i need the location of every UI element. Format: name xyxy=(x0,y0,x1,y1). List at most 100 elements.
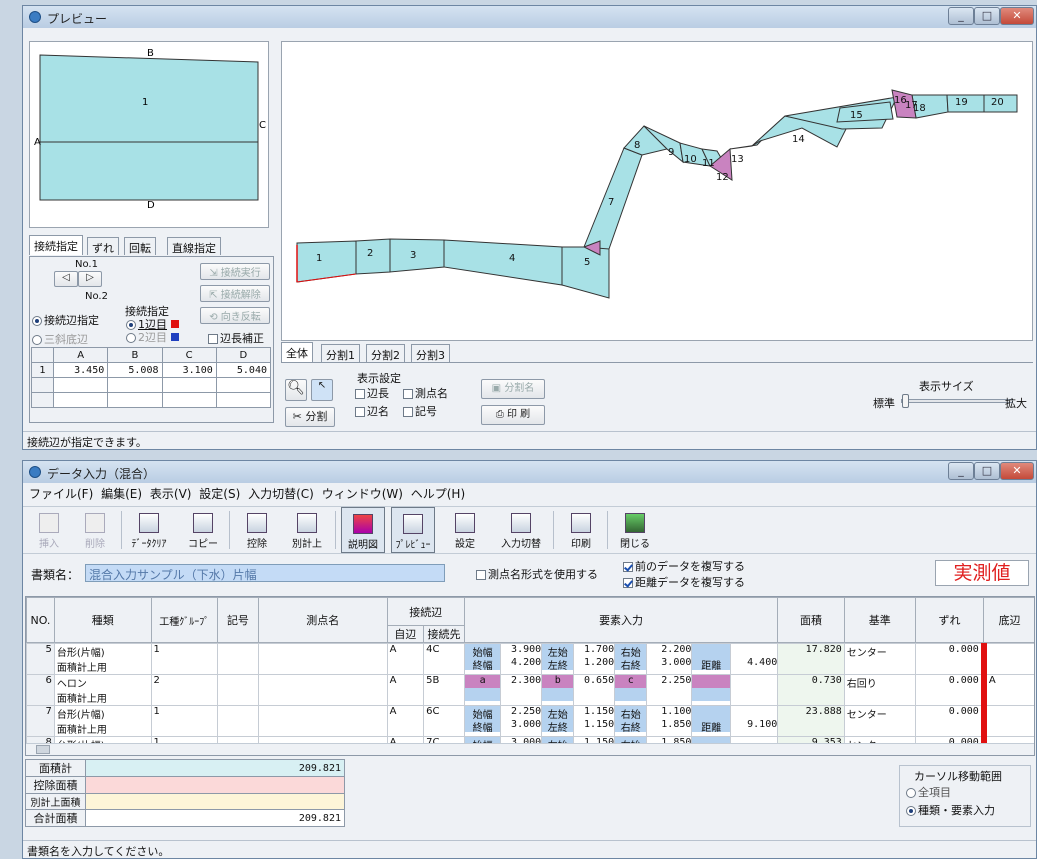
dest-edge-cell[interactable]: 4C xyxy=(423,643,465,675)
type-cell[interactable]: ヘロン 面積計上用 xyxy=(53,674,152,706)
menu-file[interactable]: ファイル(F) xyxy=(27,485,95,502)
elem-cell[interactable] xyxy=(615,688,647,701)
elem-cell[interactable]: 左始 xyxy=(542,706,574,721)
point-cell[interactable] xyxy=(257,705,388,737)
elem-cell[interactable]: 9.100 xyxy=(731,719,777,732)
tab-rotate[interactable]: 回転 xyxy=(124,237,156,255)
elem-cell[interactable] xyxy=(731,706,777,719)
elem-cell[interactable] xyxy=(574,688,614,701)
type-cell[interactable]: 台形(片幅)面積計上用 xyxy=(53,643,152,675)
elem-cell[interactable]: 左終 xyxy=(542,657,574,672)
bottom-cell[interactable] xyxy=(983,705,1034,737)
elem-cell[interactable]: a xyxy=(464,675,501,688)
tab-line[interactable]: 直線指定 xyxy=(167,237,221,255)
next-arrow-button[interactable]: ▷ xyxy=(78,271,102,287)
base-cell[interactable]: センター xyxy=(843,705,916,737)
symbol-cell[interactable] xyxy=(217,674,259,706)
tab-shift[interactable]: ずれ xyxy=(87,237,119,255)
split-button[interactable]: ✂ 分割 xyxy=(285,407,335,427)
horizontal-scrollbar[interactable] xyxy=(26,743,1034,755)
close-button[interactable]: ✕ xyxy=(1000,462,1034,480)
settings-button[interactable]: 設定 xyxy=(443,507,487,553)
maximize-button[interactable]: □ xyxy=(974,7,1000,25)
connect-run-button[interactable]: ⇲ 接続実行 xyxy=(200,263,270,280)
menu-settings[interactable]: 設定(S) xyxy=(197,485,242,502)
symbol-cell[interactable] xyxy=(217,705,259,737)
type-cell[interactable]: 台形(片幅)面積計上用 xyxy=(53,705,152,737)
preview-titlebar[interactable]: プレビュー _ □ ✕ xyxy=(23,6,1036,28)
elem-cell[interactable]: 終幅 xyxy=(464,719,501,734)
connect-release-button[interactable]: ⇱ 接続解除 xyxy=(200,285,270,302)
input-switch-button[interactable]: 入力切替 xyxy=(493,507,549,553)
elem-cell[interactable]: 4.400 xyxy=(731,657,777,670)
elem-cell[interactable]: 左終 xyxy=(542,719,574,734)
elem-cell[interactable]: b xyxy=(542,675,574,688)
minimize-button[interactable]: _ xyxy=(948,462,974,480)
base-cell[interactable]: センター xyxy=(843,643,916,675)
elem-cell[interactable]: c xyxy=(615,675,647,688)
edge-name-checkbox[interactable]: 辺名 xyxy=(355,403,389,419)
delete-button[interactable]: 削除 xyxy=(73,507,117,553)
elem-cell[interactable]: 1.150 xyxy=(574,706,614,719)
radio-slant-base[interactable]: 三斜底辺 xyxy=(32,331,88,347)
preview-button[interactable]: ﾌﾟﾚﾋﾞｭｰ xyxy=(391,507,435,553)
table-row[interactable]: 7 台形(片幅) 面積計上用 1 A 6C 始幅 終幅 2.250 3.000 左始 左終 1.150 1… xyxy=(26,705,1034,737)
datain-titlebar[interactable]: データ入力（混合） _ □ ✕ xyxy=(23,461,1036,483)
elem-cell[interactable]: 1.150 xyxy=(574,719,614,732)
elem-cell[interactable] xyxy=(542,688,574,701)
table-row[interactable]: 6 ヘロン 面積計上用 2 A 5B a 2.300 b 0.650 c 2.250 0.730 右回り 0… xyxy=(26,674,1034,706)
elem-cell[interactable]: 2.300 xyxy=(501,675,541,688)
fix-length-checkbox[interactable]: 辺長補正 xyxy=(208,330,264,346)
shift-cell[interactable]: 0.000 xyxy=(914,705,987,737)
pointer-icon[interactable]: ↖ xyxy=(311,379,333,401)
size-slider[interactable] xyxy=(901,394,1013,408)
menu-view[interactable]: 表示(V) xyxy=(148,485,194,502)
elem-cell[interactable] xyxy=(692,675,731,688)
elem-cell[interactable] xyxy=(464,688,501,701)
tab-split2[interactable]: 分割2 xyxy=(366,344,405,362)
edge-length-checkbox[interactable]: 辺長 xyxy=(355,385,389,401)
copy-button[interactable]: コピー xyxy=(181,507,225,553)
copy-distance-checkbox[interactable]: 距離データを複写する xyxy=(623,574,745,590)
table-row[interactable]: 5 台形(片幅) 面積計上用 1 A 4C 始幅 終幅 3.900 4.200 左始 左終 1.700 1… xyxy=(26,643,1034,675)
elem-cell[interactable] xyxy=(501,688,541,701)
cell-b[interactable]: 5.008 xyxy=(107,362,163,378)
elem-cell[interactable]: 距離 xyxy=(692,657,731,672)
group-cell[interactable]: 1 xyxy=(150,643,219,675)
point-format-checkbox[interactable]: 測点名形式を使用する xyxy=(476,566,598,582)
elem-cell[interactable]: 1.200 xyxy=(574,657,614,670)
radio-side-spec[interactable]: 接続辺指定 xyxy=(32,312,99,328)
elem-cell[interactable]: 2.250 xyxy=(501,706,541,719)
minimize-button[interactable]: _ xyxy=(948,7,974,25)
flip-button[interactable]: ⟲ 向き反転 xyxy=(200,307,270,324)
own-edge-cell[interactable]: A xyxy=(386,674,425,706)
close-window-button[interactable]: 閉じる xyxy=(613,507,657,553)
elem-cell[interactable]: 右始 xyxy=(615,706,647,721)
menu-window[interactable]: ウィンドウ(W) xyxy=(320,485,405,502)
symbol-cell[interactable] xyxy=(217,643,259,675)
elem-cell[interactable]: 1.700 xyxy=(574,644,614,657)
point-cell[interactable] xyxy=(257,674,388,706)
cell-c[interactable]: 3.100 xyxy=(161,362,217,378)
elem-cell[interactable]: 1.850 xyxy=(647,719,691,732)
scroll-thumb[interactable] xyxy=(36,745,50,754)
tab-split3[interactable]: 分割3 xyxy=(411,344,450,362)
elem-cell[interactable]: 1.100 xyxy=(647,706,691,719)
elem-cell[interactable] xyxy=(647,688,691,701)
elem-cell[interactable]: 始幅 xyxy=(464,706,501,721)
elem-cell[interactable]: 3.900 xyxy=(501,644,541,657)
elem-cell[interactable]: 3.000 xyxy=(647,657,691,670)
drawing-canvas[interactable]: 1 2 3 4 5 7 8 9 10 11 12 13 14 15 16 17 … xyxy=(281,41,1033,341)
symbol-checkbox[interactable]: 記号 xyxy=(403,403,437,419)
point-name-checkbox[interactable]: 測点名 xyxy=(403,385,448,401)
copy-prev-checkbox[interactable]: 前のデータを複写する xyxy=(623,558,745,574)
elem-cell[interactable] xyxy=(692,688,731,701)
close-button[interactable]: ✕ xyxy=(1000,7,1034,25)
separate-button[interactable]: 別計上 xyxy=(285,507,329,553)
elem-cell[interactable]: 左始 xyxy=(542,644,574,659)
bottom-cell[interactable]: A xyxy=(983,674,1034,706)
tab-connect[interactable]: 接続指定 xyxy=(29,235,83,255)
dest-edge-cell[interactable]: 6C xyxy=(423,705,465,737)
own-edge-cell[interactable]: A xyxy=(386,643,425,675)
elem-cell[interactable] xyxy=(731,688,777,701)
